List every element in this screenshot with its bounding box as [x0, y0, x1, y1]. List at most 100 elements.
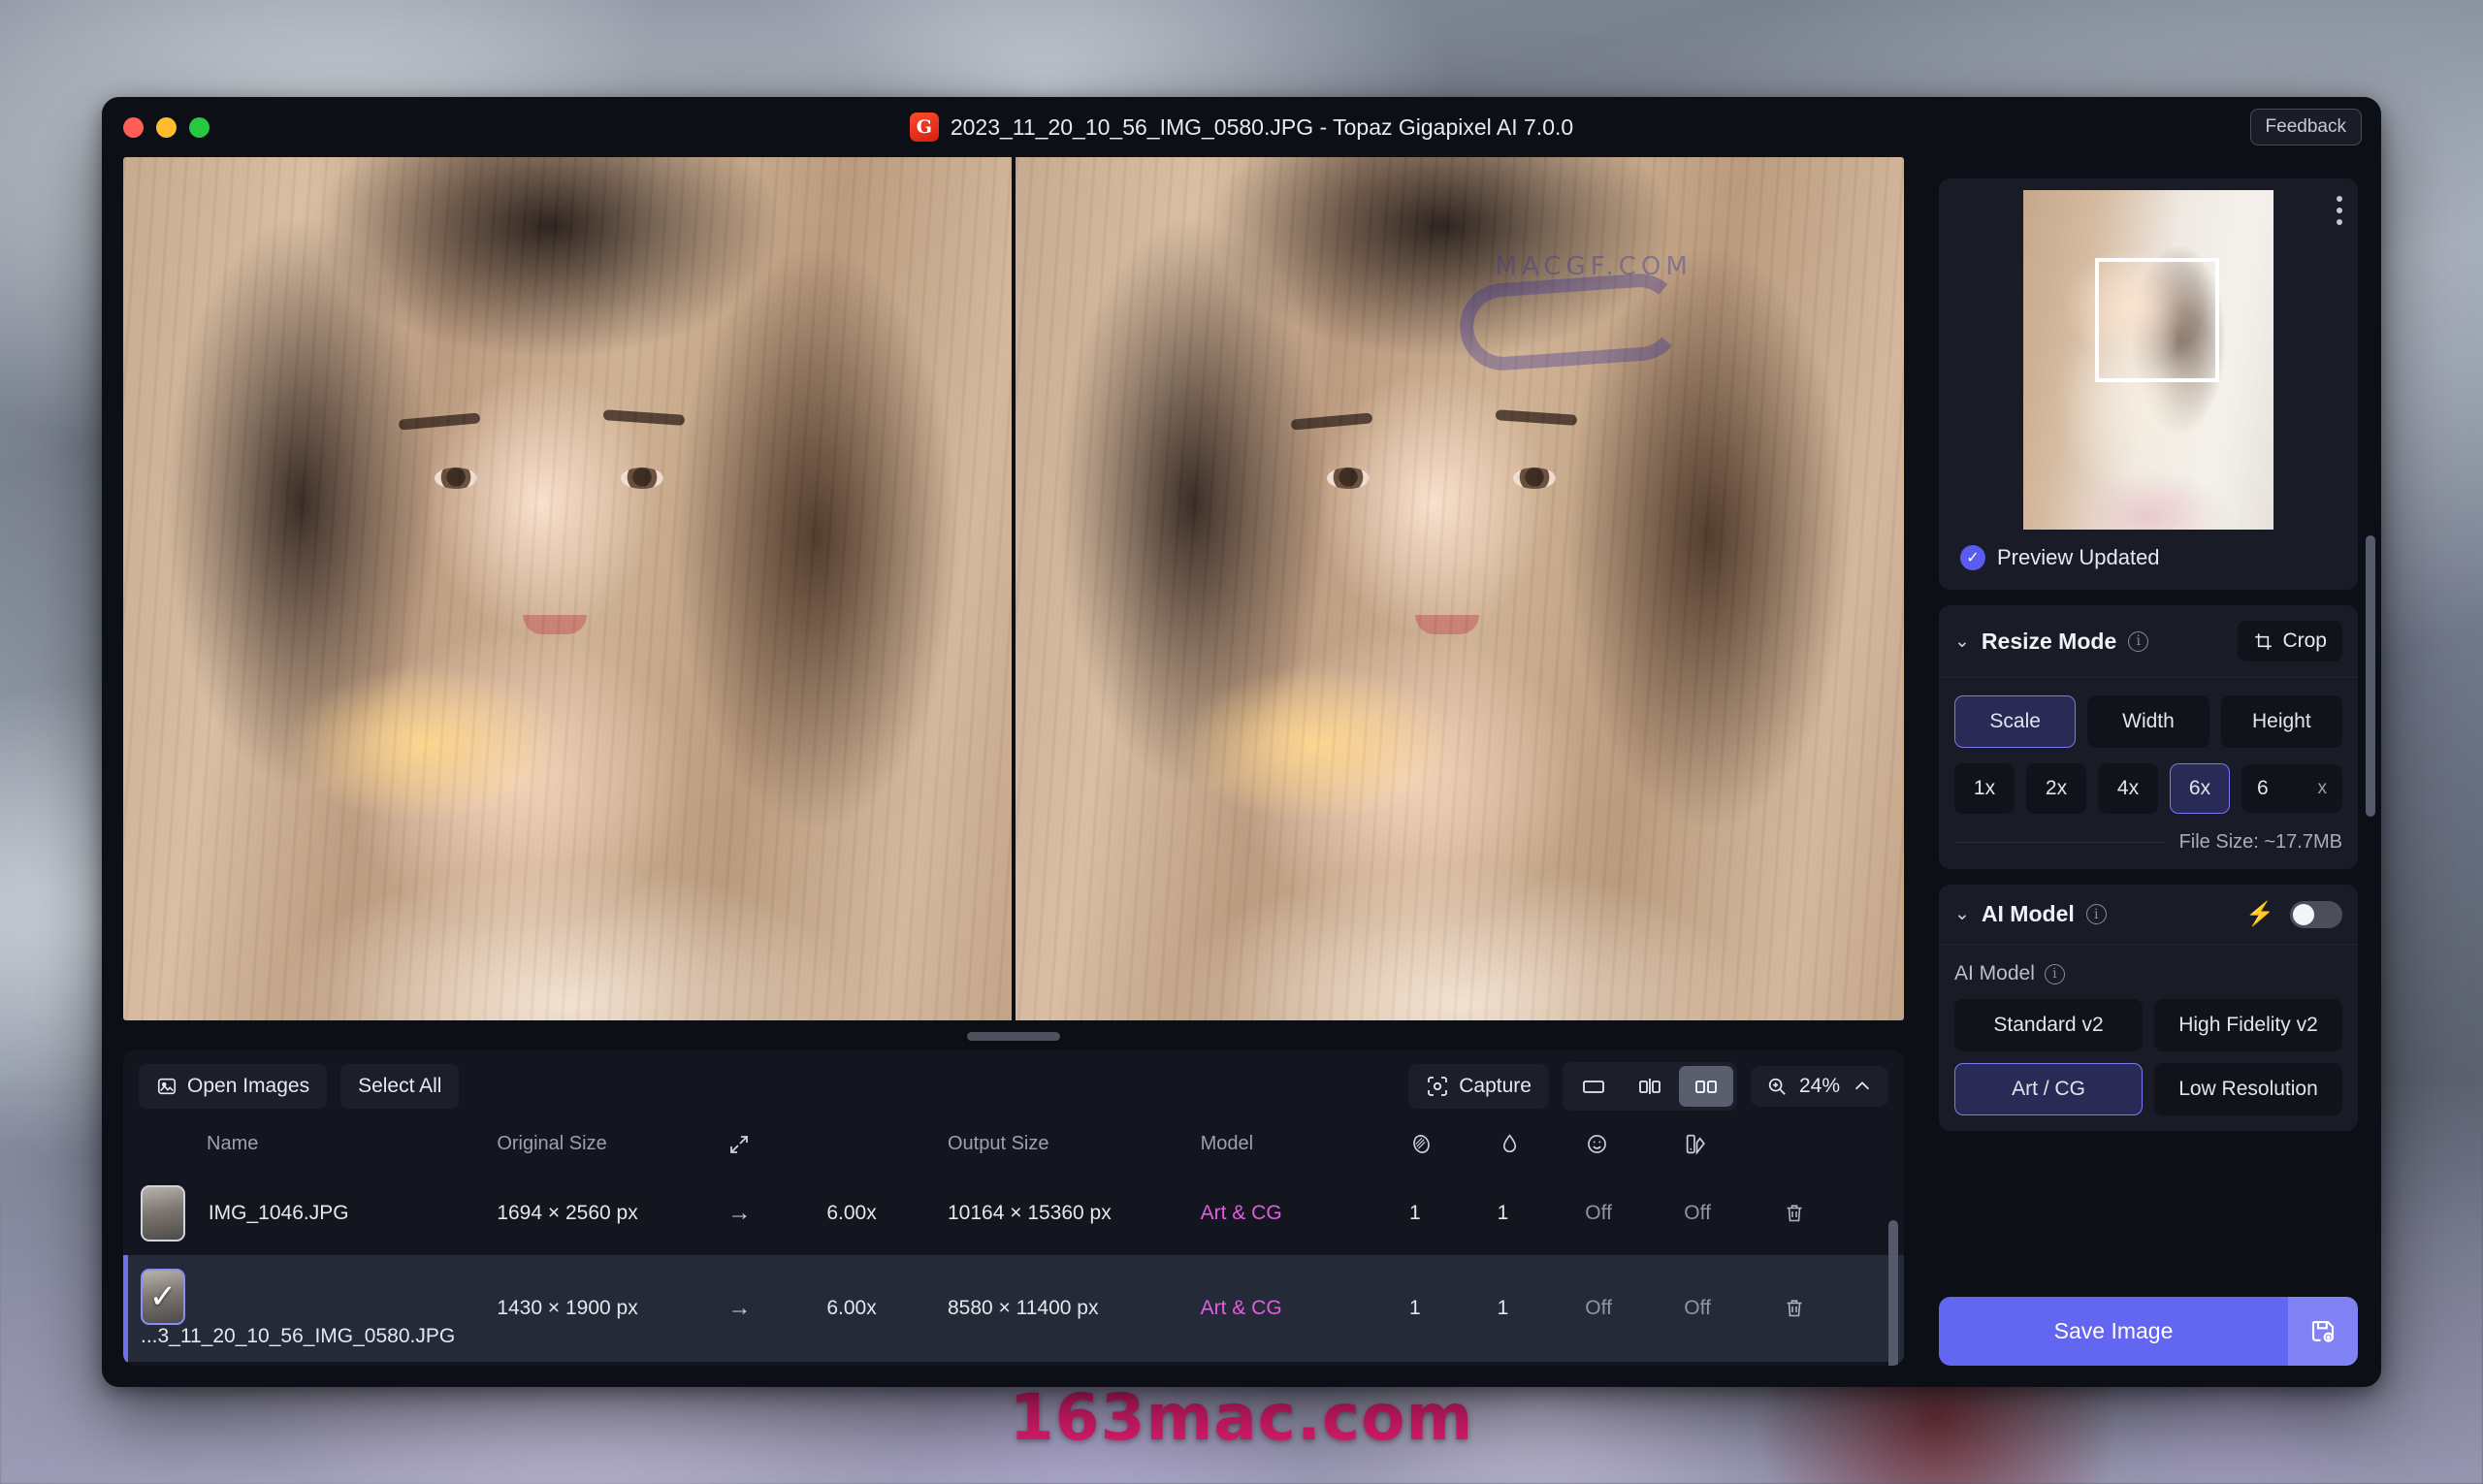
- upscaled-image-pane[interactable]: MACGF.COM: [1012, 157, 1904, 1020]
- select-all-label: Select All: [358, 1075, 441, 1098]
- row-scale: 6.00x: [826, 1255, 948, 1362]
- resize-mode-height[interactable]: Height: [2221, 695, 2342, 748]
- row-delete-button[interactable]: [1783, 1255, 1904, 1362]
- eye-right: [1513, 468, 1556, 489]
- desktop-watermark: 163mac.com: [0, 1380, 2483, 1455]
- preview-thumbnail[interactable]: [2023, 190, 2273, 530]
- eye-left: [1327, 468, 1370, 489]
- row-delete-button[interactable]: [1783, 1172, 1904, 1255]
- info-icon[interactable]: i: [2128, 631, 2148, 652]
- ai-model-toggle-group[interactable]: ⚡: [2245, 900, 2342, 928]
- file-list-panel: Open Images Select All Captur: [123, 1050, 1904, 1366]
- row-thumbnail[interactable]: [141, 1185, 185, 1242]
- resize-mode-options[interactable]: Scale Width Height: [1954, 695, 2342, 748]
- scale-4x[interactable]: 4x: [2098, 763, 2158, 814]
- model-high-fidelity-v2[interactable]: High Fidelity v2: [2154, 999, 2342, 1051]
- row-face-recovery[interactable]: Off: [1585, 1255, 1684, 1362]
- chevron-up-icon[interactable]: [1852, 1076, 1873, 1097]
- resize-mode-width[interactable]: Width: [2087, 695, 2209, 748]
- single-view-icon[interactable]: [1566, 1066, 1621, 1107]
- split-view-icon[interactable]: [1623, 1066, 1677, 1107]
- row-color[interactable]: Off: [1684, 1172, 1783, 1255]
- side-by-side-view-icon[interactable]: [1679, 1066, 1733, 1107]
- zoom-level-value: 24%: [1799, 1075, 1840, 1098]
- column-output-size[interactable]: Output Size: [948, 1122, 1201, 1172]
- window-body: MACGF.COM Open Images: [102, 157, 2381, 1387]
- save-options-button[interactable]: [2288, 1297, 2358, 1366]
- row-denoise[interactable]: 1: [1409, 1172, 1498, 1255]
- save-row: Save Image: [1939, 1297, 2358, 1366]
- crop-button[interactable]: Crop: [2238, 621, 2342, 661]
- chevron-down-icon[interactable]: ⌄: [1954, 630, 1970, 653]
- row-denoise[interactable]: 1: [1409, 1255, 1498, 1362]
- eyebrow-left: [1291, 412, 1373, 430]
- panel-resize-handle[interactable]: [967, 1032, 1060, 1041]
- chevron-down-icon[interactable]: ⌄: [1954, 903, 1970, 925]
- scale-custom-value: 6: [2257, 777, 2269, 800]
- column-original-size[interactable]: Original Size: [497, 1122, 727, 1172]
- model-art-cg[interactable]: Art / CG: [1954, 1063, 2143, 1115]
- model-standard-v2[interactable]: Standard v2: [1954, 999, 2143, 1051]
- preview-card: ✓ Preview Updated: [1939, 178, 2358, 590]
- close-button[interactable]: [123, 117, 144, 138]
- window-controls[interactable]: [123, 117, 210, 138]
- capture-button[interactable]: Capture: [1408, 1064, 1549, 1109]
- row-model[interactable]: Art & CG: [1201, 1255, 1409, 1362]
- row-name-cell[interactable]: IMG_1046.JPG: [123, 1172, 497, 1255]
- table-row[interactable]: ...3_11_20_10_56_IMG_0580.JPG 1430 × 190…: [123, 1255, 1904, 1362]
- resize-mode-header[interactable]: ⌄ Resize Mode i Crop: [1939, 605, 2358, 678]
- scale-custom-input[interactable]: 6 x: [2241, 764, 2342, 813]
- row-sharpen[interactable]: 1: [1498, 1172, 1586, 1255]
- more-options-icon[interactable]: [2337, 196, 2342, 225]
- open-images-label: Open Images: [187, 1075, 309, 1098]
- file-size-label: File Size: ~17.7MB: [2179, 831, 2342, 854]
- original-image-pane[interactable]: [123, 157, 1012, 1020]
- open-images-button[interactable]: Open Images: [139, 1064, 327, 1109]
- row-name-cell[interactable]: ...3_11_20_10_56_IMG_0580.JPG: [123, 1255, 497, 1362]
- scale-2x[interactable]: 2x: [2026, 763, 2086, 814]
- resize-mode-scale[interactable]: Scale: [1954, 695, 2076, 748]
- title-bar: G 2023_11_20_10_56_IMG_0580.JPG - Topaz …: [102, 97, 2381, 157]
- ai-model-header[interactable]: ⌄ AI Model i ⚡: [1939, 885, 2358, 945]
- scale-options[interactable]: 1x 2x 4x 6x 6 x: [1954, 763, 2342, 814]
- row-file-name: ...3_11_20_10_56_IMG_0580.JPG: [141, 1325, 455, 1347]
- original-photo: [123, 157, 1012, 1020]
- column-model[interactable]: Model: [1201, 1122, 1409, 1172]
- zoom-button[interactable]: [189, 117, 210, 138]
- file-table-scrollbar[interactable]: [1888, 1220, 1898, 1366]
- eye-right: [621, 468, 663, 489]
- crop-icon: [2253, 631, 2273, 652]
- zoom-in-icon[interactable]: [1766, 1076, 1788, 1097]
- eyebrow-right: [602, 409, 685, 426]
- navigator-box[interactable]: [2095, 258, 2219, 382]
- table-row[interactable]: IMG_1046.JPG 1694 × 2560 px → 6.00x 1016…: [123, 1172, 1904, 1255]
- image-comparison-view[interactable]: MACGF.COM: [123, 157, 1904, 1020]
- column-name[interactable]: Name: [123, 1122, 497, 1172]
- view-mode-group[interactable]: [1563, 1062, 1737, 1111]
- feedback-button[interactable]: Feedback: [2250, 109, 2362, 145]
- row-thumbnail[interactable]: [141, 1269, 185, 1325]
- ai-model-toggle[interactable]: [2290, 901, 2342, 928]
- scale-1x[interactable]: 1x: [1954, 763, 2015, 814]
- minimize-button[interactable]: [156, 117, 177, 138]
- ai-model-sub-label: AI Model: [1954, 962, 2035, 985]
- model-low-resolution[interactable]: Low Resolution: [2154, 1063, 2342, 1115]
- row-face-recovery[interactable]: Off: [1585, 1172, 1684, 1255]
- info-icon[interactable]: i: [2045, 964, 2065, 984]
- ai-model-options[interactable]: Standard v2 High Fidelity v2 Art / CG Lo…: [1954, 999, 2342, 1115]
- zoom-control[interactable]: 24%: [1751, 1066, 1888, 1107]
- ai-model-body: AI Model i Standard v2 High Fidelity v2 …: [1939, 945, 2358, 1131]
- resize-mode-title: Resize Mode: [1982, 629, 2116, 655]
- scale-6x[interactable]: 6x: [2170, 763, 2230, 814]
- file-toolbar: Open Images Select All Captur: [123, 1050, 1904, 1122]
- row-sharpen[interactable]: 1: [1498, 1255, 1586, 1362]
- right-panel: ✓ Preview Updated ⌄ Resize Mode i: [1925, 157, 2381, 1387]
- right-panel-scrollbar[interactable]: [2366, 535, 2375, 817]
- lightning-icon: ⚡: [2245, 900, 2274, 928]
- save-image-button[interactable]: Save Image: [1939, 1297, 2288, 1366]
- select-all-button[interactable]: Select All: [340, 1064, 459, 1109]
- info-icon[interactable]: i: [2086, 904, 2107, 924]
- preview-status-row: ✓ Preview Updated: [1951, 530, 2346, 578]
- row-color[interactable]: Off: [1684, 1255, 1783, 1362]
- row-model[interactable]: Art & CG: [1201, 1172, 1409, 1255]
